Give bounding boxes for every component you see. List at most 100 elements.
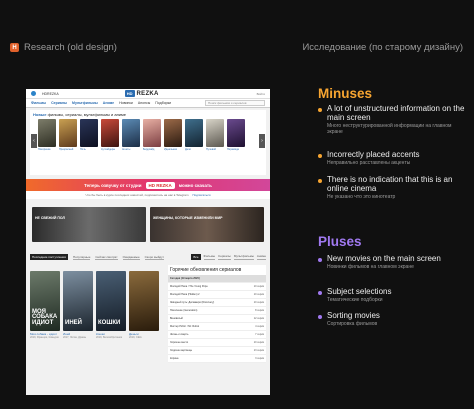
poster[interactable] — [227, 119, 245, 147]
bullet-icon — [318, 154, 322, 158]
listing-area: МОЯ СОБАКА ИДИОТ Моя собака - идиот 2019… — [26, 263, 270, 365]
hot-update-episode: 10 серия — [253, 341, 264, 344]
new-poster-captions: Покорение Прекрасный Ночь Аутсайдеры Аге… — [30, 147, 266, 152]
minus-item: Incorrectly placed accents Неправильно р… — [318, 150, 468, 166]
hot-update-row[interactable]: Поколение (Generation) 8 серия — [168, 307, 266, 315]
list-item[interactable]: МОЯ СОБАКА ИДИОТ Моя собака - идиот 2019… — [30, 271, 60, 363]
filter-anime[interactable]: Аниме — [256, 254, 266, 260]
poster-caption[interactable]: Дело — [185, 148, 203, 151]
bullet-icon — [318, 108, 322, 112]
site-brand-name: REZKA — [136, 90, 159, 97]
poster-caption[interactable]: Бердсайд — [143, 148, 161, 151]
tab-latest[interactable]: Последние поступления — [30, 254, 68, 260]
poster-caption[interactable]: Идеальная — [164, 148, 182, 151]
poster[interactable] — [80, 119, 98, 147]
site-login-link[interactable]: Войти — [257, 92, 265, 96]
hot-update-episode: 10 серия — [253, 301, 264, 304]
banner-suffix: можно скачать — [178, 182, 212, 188]
poster[interactable] — [185, 119, 203, 147]
minus-item: There is no indication that this is an o… — [318, 175, 468, 200]
nav-new[interactable]: Новинки — [119, 101, 133, 105]
telegram-text: Что бы быть в курсе последних новостей, … — [85, 193, 189, 197]
hot-update-row[interactable]: Жизнь и смерть 7 серия — [168, 331, 266, 339]
list-item-meta: 2019, Великобритания — [96, 336, 123, 339]
hot-update-row[interactable]: Мистер Робот / Mr. Robot 4 серия — [168, 323, 266, 331]
tab-soon[interactable]: Скоро выйдут — [144, 255, 165, 260]
nav-anime[interactable]: Аниме — [103, 101, 114, 105]
promo-banner[interactable]: Теперь озвучку от студии HD REZKA можно … — [26, 179, 270, 191]
hot-update-name: Звёздный путь: Дискавери (Discovery) — [170, 301, 215, 304]
tab-popular[interactable]: Популярные — [72, 255, 91, 260]
poster-caption[interactable]: Нулевой — [206, 148, 224, 151]
poster[interactable] — [143, 119, 161, 147]
telegram-subscribe-link[interactable]: Подписаться — [192, 193, 210, 197]
poster[interactable] — [206, 119, 224, 147]
filter-cartoons[interactable]: Мультфильмы — [233, 254, 254, 260]
hot-update-row[interactable]: Молодой Папа (Hidden) 2 10 серия — [168, 291, 266, 299]
poster-caption[interactable]: Прекрасный — [59, 148, 77, 151]
nav-cartoons[interactable]: Мультфильмы — [72, 101, 98, 105]
new-posters-row — [30, 119, 266, 147]
nav-series[interactable]: Сериалы — [51, 101, 67, 105]
site-brand-badge: HD — [124, 90, 135, 97]
list-item[interactable]: КОШКИ Кошки 2019, Великобритания — [96, 271, 126, 363]
poster[interactable] — [38, 119, 56, 147]
carousel-prev-icon[interactable]: ‹ — [31, 134, 37, 148]
poster[interactable] — [122, 119, 140, 147]
minus-item-title: There is no indication that this is an o… — [327, 175, 453, 193]
site-search-input[interactable]: Поиск фильмов и сериалов — [205, 100, 265, 106]
hot-update-row[interactable]: Ходячие мертвецы 13 серия — [168, 347, 266, 355]
listing-posters: МОЯ СОБАКА ИДИОТ Моя собака - идиот 2019… — [30, 265, 165, 363]
list-item[interactable]: ИНЕЙ Иней 2017, Литва, Драмы — [63, 271, 93, 363]
filter-all[interactable]: Все — [191, 254, 201, 260]
list-item-poster — [129, 271, 159, 331]
bullet-icon — [318, 179, 322, 183]
poster-caption[interactable]: Аутсайдеры — [101, 148, 119, 151]
hot-update-row[interactable]: Корона 3 серия — [168, 355, 266, 363]
poster[interactable] — [59, 119, 77, 147]
hot-update-episode: 10 серия — [253, 285, 264, 288]
poster-caption[interactable]: Пирамида — [227, 148, 245, 151]
plus-item-title: Sorting movies — [327, 311, 380, 320]
poster[interactable] — [101, 119, 119, 147]
plus-item-subtitle: Сортировка фильмов — [327, 321, 378, 327]
collection-card[interactable]: НЕ СВЕЖИЙ ПОЛ — [32, 207, 146, 242]
poster[interactable] — [164, 119, 182, 147]
hot-update-row[interactable]: Виноватый 12 серия — [168, 315, 266, 323]
poster-caption[interactable]: Ночь — [80, 148, 98, 151]
tab-expected[interactable]: Ожидаемые — [122, 255, 140, 260]
hot-update-episode: 8 серия — [255, 309, 264, 312]
collection-label: ЖЕНЩИНЫ, КОТОРЫЕ ИЗМЕНИЛИ МИР — [153, 216, 223, 220]
filter-films[interactable]: Фильмы — [203, 254, 216, 260]
minuses-title: Minuses — [318, 86, 373, 101]
carousel-next-icon[interactable]: › — [259, 134, 265, 148]
poster-caption[interactable]: Агенты — [122, 148, 140, 151]
listing-tabs: Последние поступления Популярные Сейчас … — [26, 242, 270, 263]
banner-logo: HD REZKA — [145, 181, 175, 189]
research-badge: H — [10, 43, 19, 52]
pluses-title: Pluses — [318, 234, 362, 249]
collection-card[interactable]: ЖЕНЩИНЫ, КОТОРЫЕ ИЗМЕНИЛИ МИР — [150, 207, 264, 242]
list-item[interactable]: Деньги 2019, США — [129, 271, 159, 363]
hot-update-row[interactable]: Хорошее место 10 серия — [168, 339, 266, 347]
hot-update-name: Ходячие мертвецы — [170, 349, 193, 352]
list-item-poster: МОЯ СОБАКА ИДИОТ — [30, 271, 60, 331]
type-filter: Все Фильмы Сериалы Мультфильмы Аниме — [191, 254, 266, 260]
bullet-icon — [318, 315, 322, 319]
hot-update-name: Мистер Робот / Mr. Robot — [170, 325, 200, 328]
nav-announcements[interactable]: Анонсы — [138, 101, 150, 105]
tab-watching[interactable]: Сейчас смотрят — [95, 255, 118, 260]
hot-updates-panel: Горячие обновления сериалов Сегодня (19 … — [168, 265, 266, 363]
nav-collections[interactable]: Подборки — [155, 101, 171, 105]
list-item-poster: КОШКИ — [96, 271, 126, 331]
hot-update-row[interactable]: Звёздный путь: Дискавери (Discovery) 10 с… — [168, 299, 266, 307]
hot-update-row[interactable]: Молодой Папа / The Young Pope 10 серия — [168, 283, 266, 291]
minus-item-subtitle: Не указано что это кинотеатр — [327, 194, 396, 200]
hot-update-name: Корона — [170, 357, 179, 360]
nav-films[interactable]: Фильмы — [31, 101, 46, 105]
collection-label: НЕ СВЕЖИЙ ПОЛ — [35, 216, 65, 220]
filter-series[interactable]: Сериалы — [218, 254, 231, 260]
old-site-screenshot: HDREZKA HD REZKA Войти Фильмы Сериалы Му… — [26, 89, 270, 395]
poster-caption[interactable]: Покорение — [38, 148, 56, 151]
poster-title: КОШКИ — [98, 319, 121, 326]
